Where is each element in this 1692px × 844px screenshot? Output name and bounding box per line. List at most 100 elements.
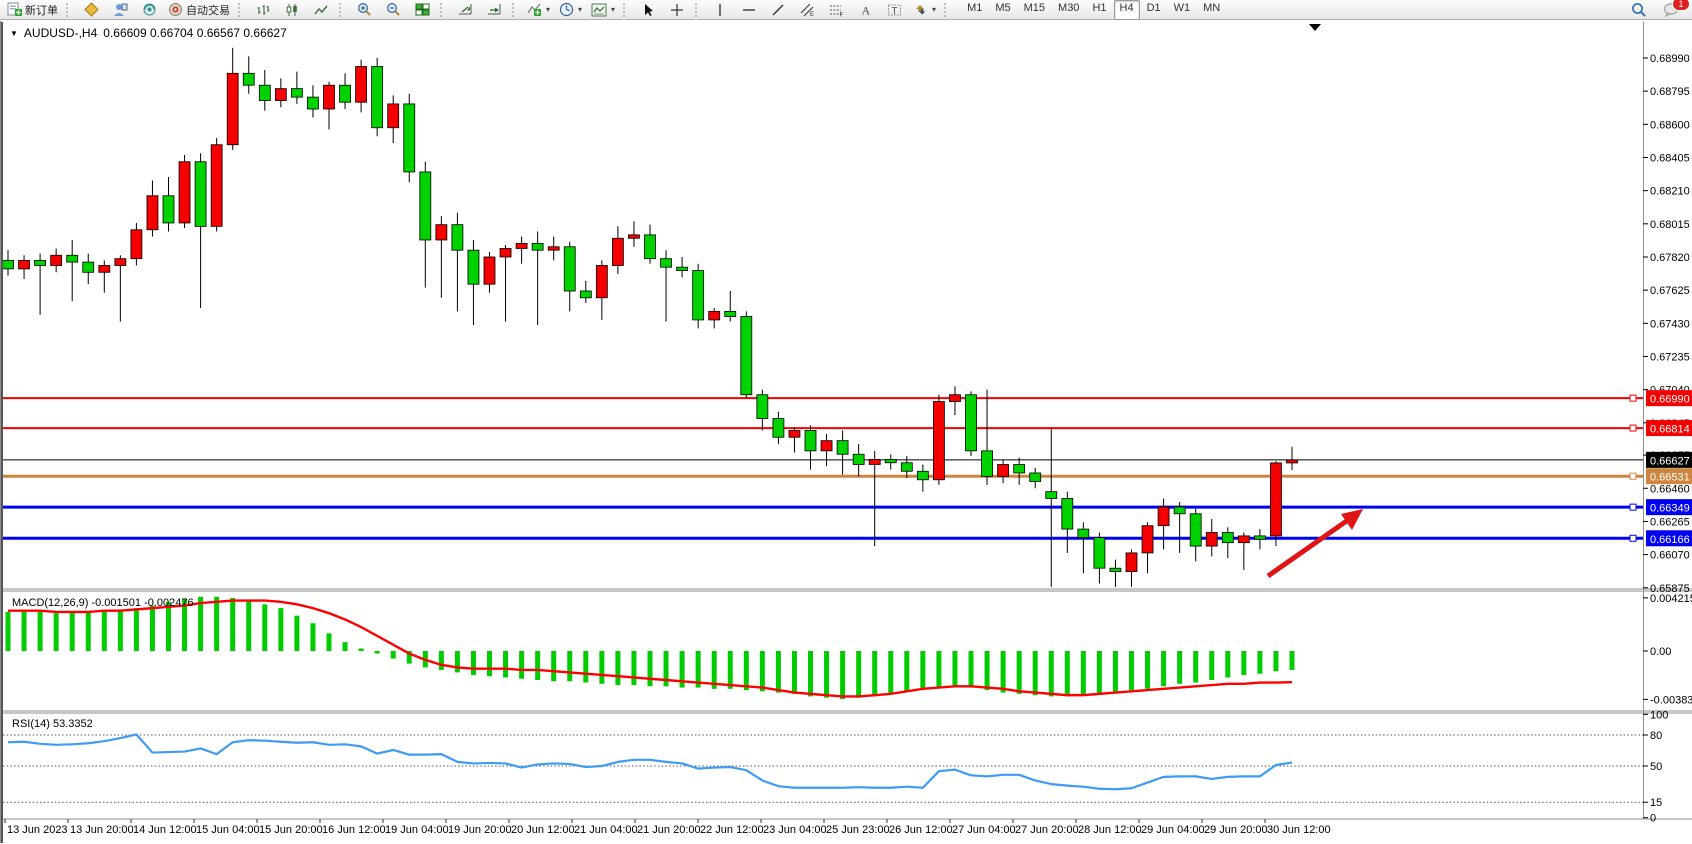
candle-body [917, 471, 928, 480]
candle-body [356, 67, 367, 103]
macd-histogram-bar [936, 651, 941, 688]
macd-histogram-bar [776, 651, 781, 693]
templates-button[interactable]: ▾ [587, 0, 619, 20]
timeframe-M30[interactable]: M30 [1052, 0, 1085, 20]
candle-body [1174, 507, 1185, 514]
main-toolbar: 新订单 自动交易 ▾ ▾ [0, 0, 1692, 20]
toolbar-grip [944, 3, 951, 17]
candle-body [452, 225, 463, 251]
macd-histogram-bar [744, 651, 749, 690]
macd-histogram-bar [262, 604, 267, 651]
time-axis-label: 23 Jun 04:00 [763, 824, 827, 836]
zoom-in-button[interactable] [350, 0, 378, 20]
chart-canvas[interactable]: 0.689900.687950.686000.684050.682100.680… [0, 0, 1692, 844]
text-label-button[interactable]: T [880, 0, 908, 20]
hline-handle[interactable] [1630, 504, 1636, 510]
macd-histogram-bar [567, 651, 572, 681]
candle-body [1046, 492, 1057, 499]
candlestick-chart-icon [285, 3, 299, 17]
bar-chart-button[interactable] [249, 0, 277, 20]
candle-body [1014, 464, 1025, 473]
vertical-line-button[interactable] [706, 0, 734, 20]
macd-histogram-bar [343, 642, 348, 651]
trendline-button[interactable] [764, 0, 792, 20]
hline-handle[interactable] [1630, 425, 1636, 431]
time-axis-label: 22 Jun 12:00 [700, 824, 764, 836]
equidistant-channel-button[interactable]: E [793, 0, 821, 20]
zoom-out-button[interactable] [379, 0, 407, 20]
indicators-button[interactable]: ▾ [523, 0, 554, 20]
arrows-button[interactable]: ▾ [909, 0, 940, 20]
symbol-dropdown-icon[interactable]: ▼ [10, 29, 18, 38]
candle-body [35, 260, 46, 265]
strategy-tester-button[interactable] [135, 0, 163, 20]
auto-scroll-button[interactable] [451, 0, 479, 20]
candle-body [275, 89, 286, 101]
notifications-button[interactable]: 1 [1657, 0, 1685, 20]
cursor-button[interactable] [634, 0, 662, 20]
macd-histogram-bar [1017, 651, 1022, 694]
fibonacci-button[interactable]: F [822, 0, 850, 20]
time-axis-label: 19 Jun 04:00 [385, 824, 449, 836]
hline-handle[interactable] [1630, 535, 1636, 541]
timeframe-M15[interactable]: M15 [1018, 0, 1051, 20]
price-tick-label: 0.68600 [1650, 119, 1690, 131]
candle-body [693, 271, 704, 320]
price-tick-label: 0.66265 [1650, 516, 1690, 528]
macd-tick-label: 0.00 [1650, 646, 1671, 658]
macd-histogram-bar [728, 651, 733, 689]
toolbar-grip [512, 3, 519, 17]
time-axis-label: 28 Jun 12:00 [1078, 824, 1142, 836]
indicators-caret: ▾ [546, 5, 550, 14]
hline-handle[interactable] [1630, 473, 1636, 479]
time-axis-label: 29 Jun 20:00 [1204, 824, 1268, 836]
candle-body [837, 441, 848, 455]
timeframe-H4[interactable]: H4 [1114, 0, 1140, 20]
candle-body [596, 265, 607, 297]
macd-histogram-bar [391, 651, 396, 659]
macd-histogram-bar [583, 651, 588, 683]
svg-text:T: T [891, 6, 897, 17]
candle-body [404, 104, 415, 172]
macd-histogram-bar [1129, 651, 1134, 690]
macd-histogram-bar [824, 651, 829, 698]
candle-body [661, 259, 672, 268]
new-order-button[interactable]: 新订单 [3, 0, 62, 20]
hline-price-tag-text: 0.66814 [1650, 424, 1690, 436]
line-chart-button[interactable] [307, 0, 335, 20]
hline-price-tag-text: 0.66349 [1650, 503, 1690, 515]
timeframe-D1[interactable]: D1 [1141, 0, 1167, 20]
templates-caret: ▾ [611, 5, 615, 14]
market-watch-icon [84, 2, 99, 17]
text-button[interactable]: A [851, 0, 879, 20]
market-watch-button[interactable] [77, 0, 105, 20]
candlestick-chart-button[interactable] [278, 0, 306, 20]
equidistant-channel-icon: E [800, 3, 815, 17]
crosshair-button[interactable] [663, 0, 691, 20]
data-window-button[interactable] [106, 0, 134, 20]
candle-body [966, 395, 977, 451]
rsi-tick-label: 100 [1650, 709, 1668, 721]
timeframe-M1[interactable]: M1 [961, 0, 988, 20]
macd-histogram-bar [888, 651, 893, 694]
autotrading-button[interactable]: 自动交易 [164, 0, 234, 20]
timeframe-H1[interactable]: H1 [1086, 0, 1112, 20]
macd-histogram-bar [808, 651, 813, 696]
timeframe-MN[interactable]: MN [1197, 0, 1226, 20]
time-axis-label: 21 Jun 04:00 [574, 824, 638, 836]
macd-histogram-bar [471, 651, 476, 675]
timeframe-M5[interactable]: M5 [989, 0, 1016, 20]
periods-button[interactable]: ▾ [555, 0, 586, 20]
hline-handle[interactable] [1630, 395, 1636, 401]
horizontal-line-button[interactable] [735, 0, 763, 20]
macd-histogram-bar [1241, 651, 1246, 675]
candle-body [1110, 568, 1121, 571]
chart-shift-button[interactable] [480, 0, 508, 20]
new-order-icon [7, 2, 22, 17]
toolbar-grip [238, 3, 245, 17]
tile-windows-button[interactable] [408, 0, 436, 20]
candle-body [227, 73, 238, 144]
time-axis-label: 27 Jun 04:00 [952, 824, 1016, 836]
search-button[interactable] [1625, 0, 1653, 20]
timeframe-W1[interactable]: W1 [1168, 0, 1197, 20]
